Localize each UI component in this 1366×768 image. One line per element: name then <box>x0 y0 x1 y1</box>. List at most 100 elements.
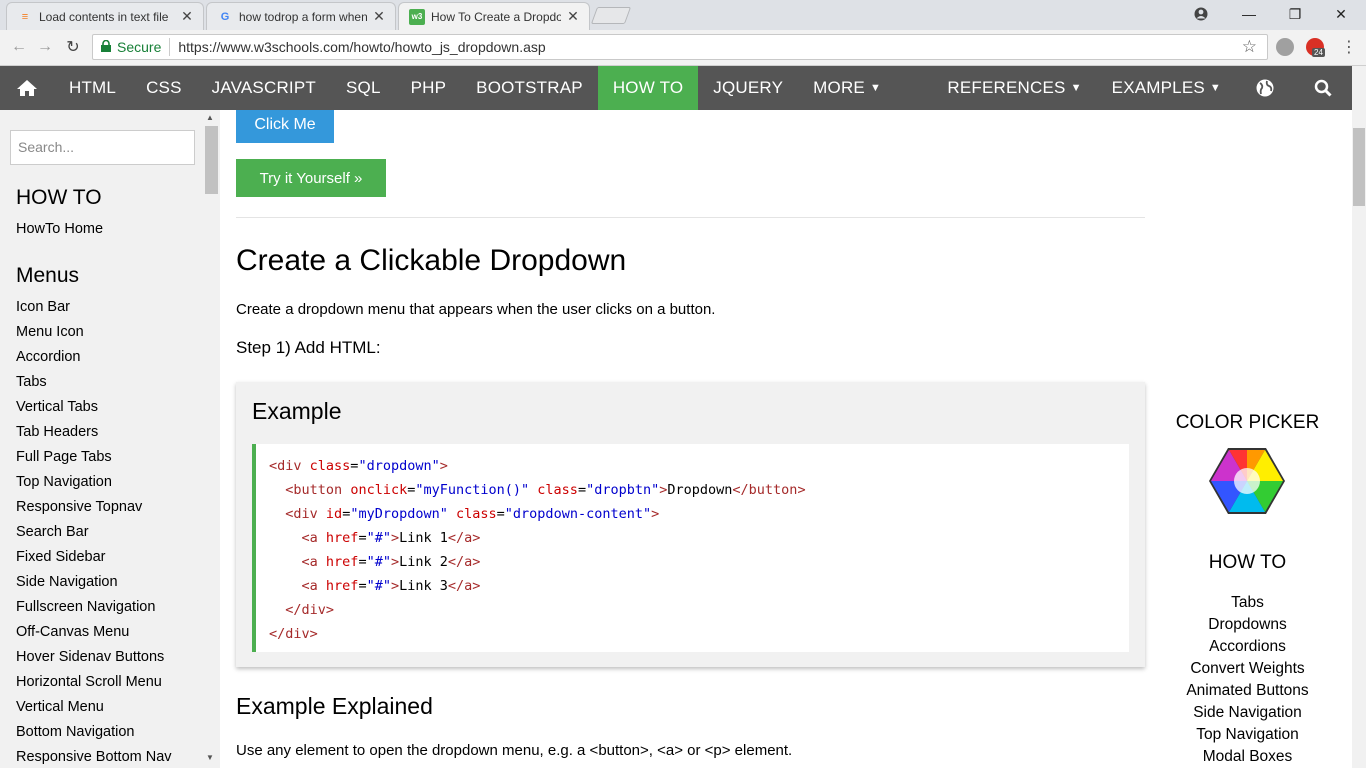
globe-icon[interactable] <box>1236 66 1294 110</box>
browser-toolbar: ← → ↻ Secure https://www.w3schools.com/h… <box>0 30 1366 66</box>
browser-menu-icon[interactable]: ⋮ <box>1338 36 1360 58</box>
nav-html[interactable]: HTML <box>54 66 131 110</box>
sidebar-scroll-thumb[interactable] <box>205 126 218 194</box>
right-how-to-link[interactable]: Accordions <box>1160 638 1335 656</box>
secure-label: Secure <box>117 39 162 55</box>
nav-sql[interactable]: SQL <box>331 66 396 110</box>
sidebar-link[interactable]: Tabs <box>16 374 47 390</box>
sidebar-link[interactable]: Hover Sidenav Buttons <box>16 649 164 665</box>
forward-arrow-icon[interactable]: → <box>34 36 56 58</box>
explained-text: Use any element to open the dropdown men… <box>236 742 793 759</box>
sidebar-search-input[interactable]: Search... <box>10 130 195 165</box>
tab-title: Load contents in text file <box>39 9 169 24</box>
home-icon[interactable] <box>0 66 54 110</box>
example-explained-heading: Example Explained <box>236 693 433 719</box>
sidebar-link[interactable]: Accordion <box>16 349 80 365</box>
browser-tab-strip: ≡ Load contents in text file ✕ G how tod… <box>0 0 1366 30</box>
left-sidebar: Search... HOW TO HowTo Home Menus Icon B… <box>0 110 220 768</box>
sidebar-link[interactable]: Responsive Topnav <box>16 499 142 515</box>
nav-how-to[interactable]: HOW TO <box>597 66 699 110</box>
code-line: <a href="#">Link 2</a> <box>301 554 481 570</box>
w3schools-icon: w3 <box>409 8 425 25</box>
nav-bootstrap[interactable]: BOOTSTRAP <box>461 66 598 110</box>
back-arrow-icon[interactable]: ← <box>8 36 30 58</box>
right-how-to-link[interactable]: Tabs <box>1160 594 1335 612</box>
right-column: COLOR PICKER HOW TO Tabs Dropdowns Accordi… <box>1160 110 1335 768</box>
url-text[interactable]: https://www.w3schools.com/howto/howto_js… <box>178 39 545 55</box>
scroll-up-arrow-icon[interactable]: ▲ <box>206 113 214 122</box>
sidebar-link[interactable]: Full Page Tabs <box>16 449 112 465</box>
browser-tab-w3schools[interactable]: w3 How To Create a Dropdown ✕ <box>398 2 590 30</box>
sidebar-heading-menus: Menus <box>16 264 80 287</box>
sidebar-link[interactable]: Responsive Bottom Nav <box>16 749 172 765</box>
profile-icon[interactable] <box>1178 0 1224 28</box>
right-how-to-link[interactable]: Side Navigation <box>1160 704 1335 722</box>
click-me-button[interactable]: Click Me <box>236 110 334 143</box>
right-how-to-link[interactable]: Convert Weights <box>1160 660 1335 678</box>
code-block[interactable]: <div class="dropdown"> <button onclick="… <box>252 444 1129 652</box>
right-how-to-link[interactable]: Modal Boxes <box>1160 748 1335 766</box>
nav-javascript[interactable]: JAVASCRIPT <box>197 66 331 110</box>
right-how-to-link[interactable]: Animated Buttons <box>1160 682 1335 700</box>
caret-down-icon: ▼ <box>869 82 882 94</box>
sidebar-link[interactable]: Bottom Navigation <box>16 724 134 740</box>
sidebar-link[interactable]: Off-Canvas Menu <box>16 624 129 640</box>
right-how-to-link[interactable]: Dropdowns <box>1160 616 1335 634</box>
nav-css[interactable]: CSS <box>131 66 197 110</box>
code-line: <button onclick="myFunction()" class="dr… <box>285 482 806 498</box>
sidebar-link[interactable]: Tab Headers <box>16 424 98 440</box>
sidebar-link[interactable]: Fullscreen Navigation <box>16 599 155 615</box>
code-line: </div> <box>269 626 318 642</box>
nav-php[interactable]: PHP <box>396 66 462 110</box>
sidebar-link[interactable]: Horizontal Scroll Menu <box>16 674 162 690</box>
color-wheel-icon[interactable] <box>1208 447 1286 520</box>
scroll-down-arrow-icon[interactable]: ▼ <box>206 753 214 762</box>
divider <box>236 217 1145 218</box>
address-bar[interactable]: Secure https://www.w3schools.com/howto/h… <box>92 34 1268 60</box>
sidebar-scrollbar[interactable] <box>205 110 220 768</box>
new-tab-button[interactable] <box>590 7 632 24</box>
try-it-yourself-button[interactable]: Try it Yourself » <box>236 159 386 197</box>
close-window-button[interactable]: ✕ <box>1318 0 1364 28</box>
page-heading: Create a Clickable Dropdown <box>236 244 627 277</box>
close-tab-icon[interactable]: ✕ <box>371 8 387 25</box>
stackoverflow-icon: ≡ <box>21 10 29 23</box>
sidebar-link[interactable]: Icon Bar <box>16 299 70 315</box>
minimize-window-button[interactable]: — <box>1226 0 1272 28</box>
nav-more[interactable]: MORE ▼ <box>798 66 896 110</box>
nav-examples[interactable]: EXAMPLES ▼ <box>1097 66 1236 110</box>
nav-references-label: REFERENCES <box>947 78 1066 97</box>
divider <box>169 38 171 56</box>
nav-examples-label: EXAMPLES <box>1111 78 1205 97</box>
extension-badge-count: 24 <box>1312 48 1325 57</box>
google-icon: G <box>220 10 230 23</box>
close-tab-icon[interactable]: ✕ <box>179 8 195 25</box>
sidebar-link[interactable]: Top Navigation <box>16 474 112 490</box>
w3-top-navigation: HTML CSS JAVASCRIPT SQL PHP BOOTSTRAP HO… <box>0 66 1352 110</box>
sidebar-link-howto-home[interactable]: HowTo Home <box>16 221 103 237</box>
close-tab-icon[interactable]: ✕ <box>565 8 581 25</box>
caret-down-icon: ▼ <box>1209 82 1221 94</box>
restore-window-button[interactable]: ❐ <box>1272 0 1318 28</box>
code-line: <div class="dropdown"> <box>269 458 448 474</box>
bookmark-star-icon[interactable]: ☆ <box>1242 37 1257 57</box>
nav-jquery[interactable]: JQUERY <box>698 66 798 110</box>
sidebar-link[interactable]: Search Bar <box>16 524 89 540</box>
color-picker-heading: COLOR PICKER <box>1175 412 1320 433</box>
code-line: </div> <box>285 602 335 618</box>
sidebar-link[interactable]: Side Navigation <box>16 574 118 590</box>
browser-tab-load-contents[interactable]: ≡ Load contents in text file ✕ <box>6 2 204 30</box>
browser-tab-google-search[interactable]: G how todrop a form when ✕ <box>206 2 396 30</box>
sidebar-link[interactable]: Fixed Sidebar <box>16 549 105 565</box>
sidebar-link[interactable]: Vertical Menu <box>16 699 104 715</box>
right-how-to-link[interactable]: Top Navigation <box>1160 726 1335 744</box>
extension-badge-icon[interactable]: 24 <box>1306 38 1325 57</box>
reload-icon[interactable]: ↻ <box>62 36 84 58</box>
search-icon[interactable] <box>1294 66 1352 110</box>
page-scroll-thumb[interactable] <box>1353 128 1365 206</box>
nav-references[interactable]: REFERENCES ▼ <box>932 66 1096 110</box>
sidebar-link[interactable]: Vertical Tabs <box>16 399 98 415</box>
caret-down-icon: ▼ <box>1070 82 1082 94</box>
extension-icon[interactable] <box>1276 38 1294 56</box>
sidebar-link[interactable]: Menu Icon <box>16 324 84 340</box>
